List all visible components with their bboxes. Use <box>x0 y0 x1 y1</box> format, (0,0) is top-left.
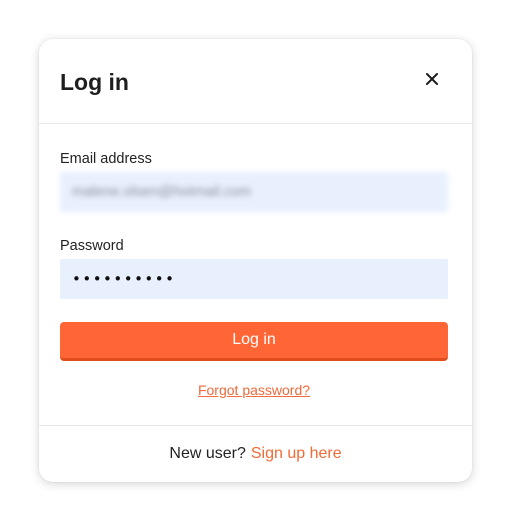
email-field[interactable] <box>60 172 448 212</box>
close-button[interactable] <box>420 67 444 91</box>
signup-link[interactable]: Sign up here <box>251 445 342 463</box>
password-label: Password <box>60 238 124 254</box>
new-user-prompt: New user? <box>169 445 246 462</box>
login-button[interactable]: Log in <box>60 322 448 361</box>
dialog-header: Log in <box>39 39 472 124</box>
dialog-title: Log in <box>60 69 129 95</box>
dialog-footer: New user? Sign up here <box>39 425 472 482</box>
login-dialog: Log in Email address Password Log in For… <box>39 39 472 482</box>
close-icon <box>426 73 438 85</box>
password-field[interactable] <box>60 259 448 299</box>
forgot-password-link[interactable]: Forgot password? <box>60 381 448 399</box>
email-label: Email address <box>60 151 152 167</box>
